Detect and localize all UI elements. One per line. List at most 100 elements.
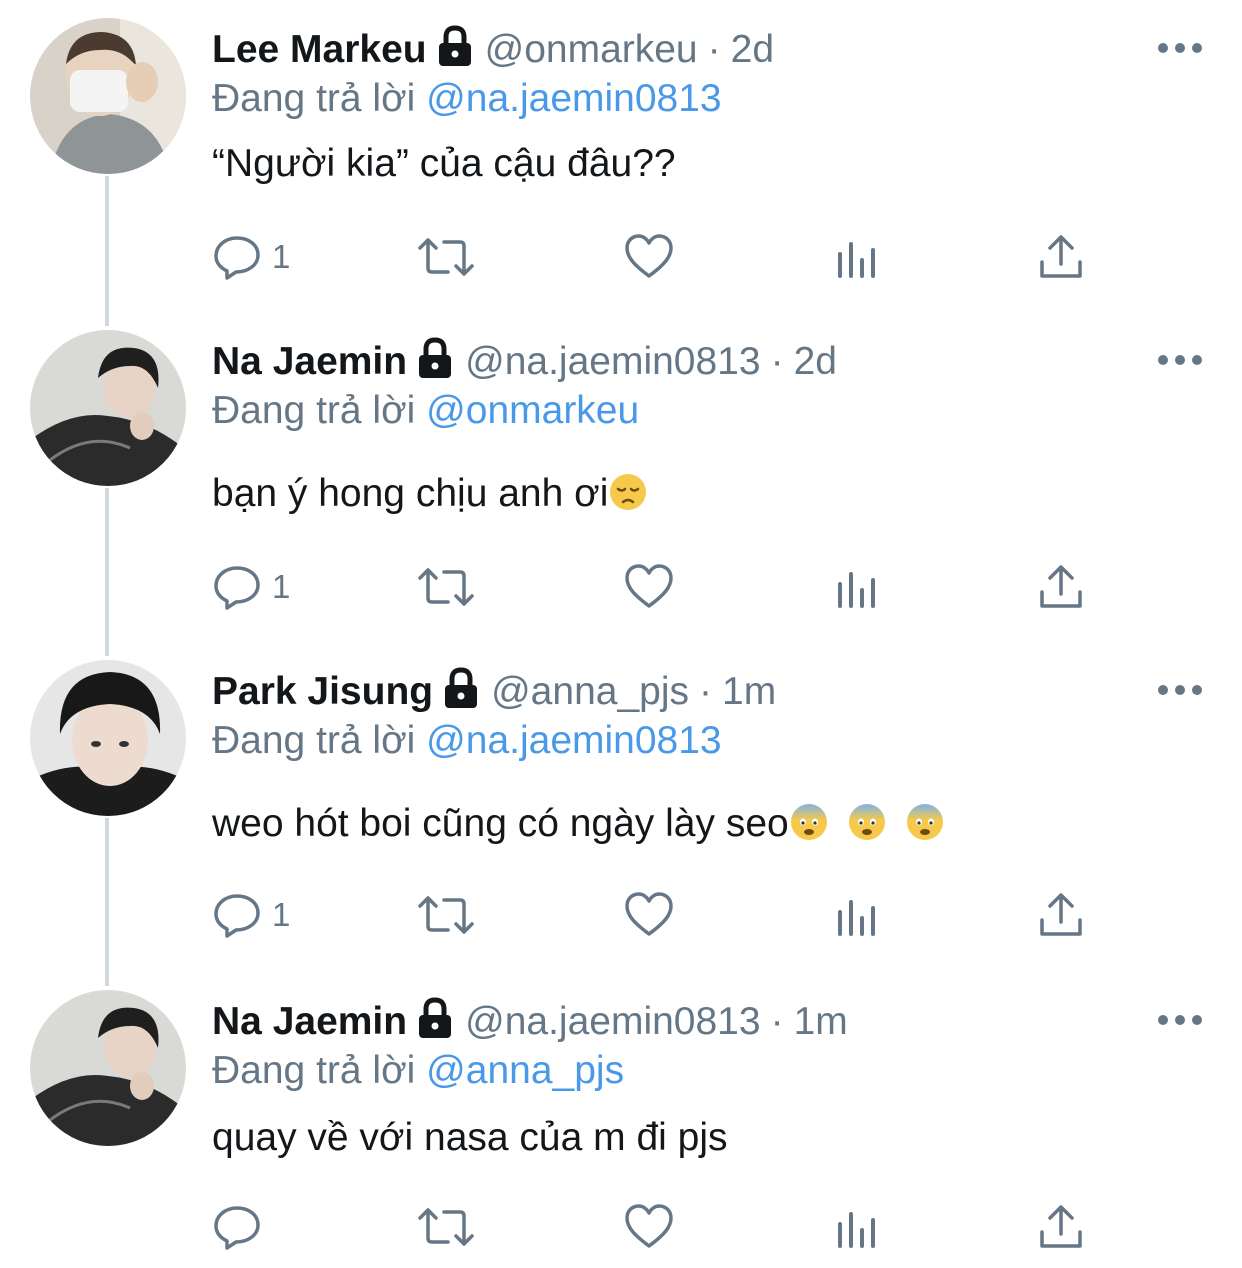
action-bar: 1 — [212, 232, 1112, 282]
heart-icon — [625, 1204, 673, 1248]
share-button[interactable] — [1036, 1202, 1086, 1252]
reply-button[interactable]: 1 — [212, 232, 290, 282]
analytics-icon — [838, 900, 875, 936]
retweet-button[interactable] — [416, 562, 476, 612]
analytics-button[interactable] — [832, 890, 882, 940]
mention-link[interactable]: @anna_pjs — [426, 1049, 624, 1092]
more-options-icon[interactable] — [1158, 1010, 1202, 1030]
heart-icon — [625, 892, 673, 936]
share-button[interactable] — [1036, 232, 1086, 282]
reply-button[interactable]: 1 — [212, 562, 290, 612]
avatar-image — [30, 990, 186, 1146]
heart-icon — [625, 564, 673, 608]
tweet[interactable]: Na Jaemin @na.jaemin0813 · 1m Đang trả l… — [0, 972, 1242, 1268]
handle[interactable]: @onmarkeu — [485, 28, 698, 72]
reply-icon — [214, 236, 260, 280]
like-button[interactable] — [624, 890, 674, 940]
separator: · — [770, 1000, 784, 1043]
retweet-button[interactable] — [416, 1202, 476, 1252]
tweet-header: Lee Markeu @onmarkeu · 2d — [212, 24, 774, 74]
reply-count: 1 — [272, 568, 291, 605]
tweet[interactable]: Lee Markeu @onmarkeu · 2d Đang trả lời @… — [0, 0, 1242, 310]
retweet-icon — [418, 1208, 474, 1246]
more-options-icon[interactable] — [1158, 350, 1202, 370]
like-button[interactable] — [624, 232, 674, 282]
handle[interactable]: @na.jaemin0813 — [465, 1000, 760, 1044]
reply-button[interactable]: 1 — [212, 890, 290, 940]
avatar-image — [30, 660, 186, 816]
tweet-header: Na Jaemin @na.jaemin0813 · 1m — [212, 996, 848, 1046]
retweet-icon — [418, 896, 474, 934]
replying-to: Đang trả lời @anna_pjs — [212, 1046, 624, 1096]
tweet-text-content: quay về với nasa của m đi pjs — [212, 1116, 728, 1159]
retweet-button[interactable] — [416, 890, 476, 940]
replying-label: Đang trả lời — [212, 389, 416, 432]
reply-icon — [214, 1206, 260, 1250]
avatar[interactable] — [30, 18, 186, 174]
tweet-text-content: “Người kia” của cậu đâu?? — [212, 142, 676, 185]
tweet[interactable]: Park Jisung @anna_pjs · 1m Đang trả lời … — [0, 642, 1242, 972]
timestamp[interactable]: 1m — [722, 670, 776, 714]
replying-to: Đang trả lời @na.jaemin0813 — [212, 716, 722, 766]
mention-link[interactable]: @na.jaemin0813 — [426, 77, 721, 120]
reply-count: 1 — [272, 896, 291, 933]
action-bar: 1 — [212, 890, 1112, 940]
tweet-text: weo hót boi cũng có ngày lày seo — [212, 802, 955, 846]
lock-icon — [415, 996, 455, 1040]
handle[interactable]: @anna_pjs — [491, 670, 689, 714]
tweet-header: Park Jisung @anna_pjs · 1m — [212, 666, 776, 716]
handle[interactable]: @na.jaemin0813 — [465, 340, 760, 384]
analytics-icon — [838, 1212, 875, 1248]
like-button[interactable] — [624, 562, 674, 612]
reply-icon — [214, 894, 260, 938]
analytics-button[interactable] — [832, 1202, 882, 1252]
timestamp[interactable]: 2d — [731, 28, 774, 72]
lock-icon — [441, 666, 481, 710]
display-name[interactable]: Na Jaemin — [212, 1000, 407, 1044]
retweet-button[interactable] — [416, 232, 476, 282]
action-bar — [212, 1202, 1112, 1252]
more-options-icon[interactable] — [1158, 38, 1202, 58]
display-name[interactable]: Na Jaemin — [212, 340, 407, 384]
replying-label: Đang trả lời — [212, 719, 416, 762]
mention-link[interactable]: @onmarkeu — [426, 389, 639, 432]
timestamp[interactable]: 1m — [794, 1000, 848, 1044]
replying-to: Đang trả lời @onmarkeu — [212, 386, 639, 436]
heart-icon — [625, 234, 673, 278]
share-icon — [1040, 1205, 1082, 1248]
avatar[interactable] — [30, 660, 186, 816]
tweet-text: “Người kia” của cậu đâu?? — [212, 142, 676, 186]
share-icon — [1040, 565, 1082, 608]
tweet-header: Na Jaemin @na.jaemin0813 · 2d — [212, 336, 837, 386]
more-options-icon[interactable] — [1158, 680, 1202, 700]
replying-label: Đang trả lời — [212, 77, 416, 120]
tweet-text-content: weo hót boi cũng có ngày lày seo — [212, 802, 789, 845]
pensive-face-emoji — [608, 472, 648, 512]
avatar-image — [30, 18, 186, 174]
tweet-text: quay về với nasa của m đi pjs — [212, 1116, 728, 1160]
fearful-face-emoji — [847, 802, 887, 842]
separator: · — [770, 340, 784, 383]
retweet-icon — [418, 238, 474, 276]
lock-icon — [415, 336, 455, 380]
share-button[interactable] — [1036, 562, 1086, 612]
timestamp[interactable]: 2d — [794, 340, 837, 384]
analytics-button[interactable] — [832, 562, 882, 612]
share-button[interactable] — [1036, 890, 1086, 940]
avatar[interactable] — [30, 330, 186, 486]
like-button[interactable] — [624, 1202, 674, 1252]
reply-button[interactable] — [212, 1202, 272, 1252]
tweet[interactable]: Na Jaemin @na.jaemin0813 · 2d Đang trả l… — [0, 312, 1242, 642]
separator: · — [699, 670, 712, 713]
avatar-image — [30, 330, 186, 486]
mention-link[interactable]: @na.jaemin0813 — [426, 719, 721, 762]
tweet-text-content: bạn ý hong chịu anh ơi — [212, 472, 609, 515]
retweet-icon — [418, 568, 474, 606]
analytics-button[interactable] — [832, 232, 882, 282]
separator: · — [707, 28, 721, 71]
display-name[interactable]: Park Jisung — [212, 670, 433, 714]
avatar[interactable] — [30, 990, 186, 1146]
lock-icon — [435, 24, 475, 68]
analytics-icon — [838, 242, 875, 278]
display-name[interactable]: Lee Markeu — [212, 28, 427, 72]
